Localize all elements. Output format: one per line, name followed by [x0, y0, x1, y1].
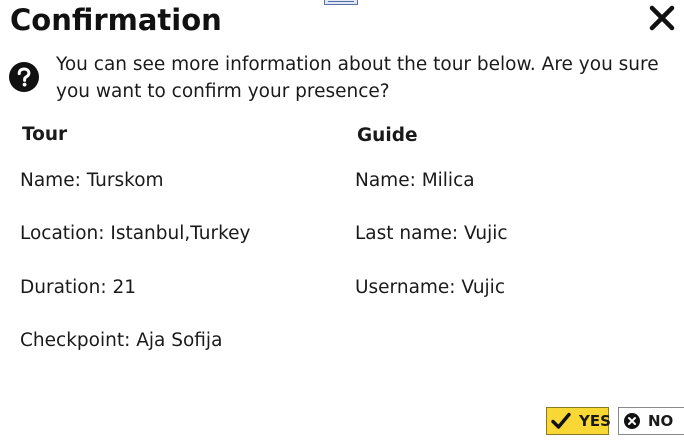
tour-checkpoint: Checkpoint: Aja Sofija [20, 330, 223, 351]
close-icon [649, 5, 675, 31]
window-tab-indicator [324, 0, 358, 5]
close-button[interactable] [648, 3, 676, 31]
checkmark-icon [551, 412, 571, 430]
tour-duration: Duration: 21 [20, 277, 137, 298]
guide-username: Username: Vujic [355, 277, 505, 298]
x-circle-icon [624, 413, 640, 429]
tour-location: Location: Istanbul,Turkey [20, 223, 251, 244]
help-icon [9, 62, 39, 92]
no-button-label: NO [648, 412, 674, 430]
no-button[interactable]: NO [618, 407, 684, 435]
tour-section-header: Tour [22, 124, 68, 145]
yes-button[interactable]: YES [546, 407, 611, 435]
dialog-title: Confirmation [10, 3, 222, 37]
yes-button-label: YES [579, 412, 611, 430]
guide-name: Name: Milica [355, 170, 475, 191]
guide-last-name: Last name: Vujic [355, 223, 508, 244]
guide-section-header: Guide [357, 125, 418, 146]
tour-name: Name: Turskom [20, 170, 164, 191]
confirmation-message: You can see more information about the t… [56, 54, 659, 102]
